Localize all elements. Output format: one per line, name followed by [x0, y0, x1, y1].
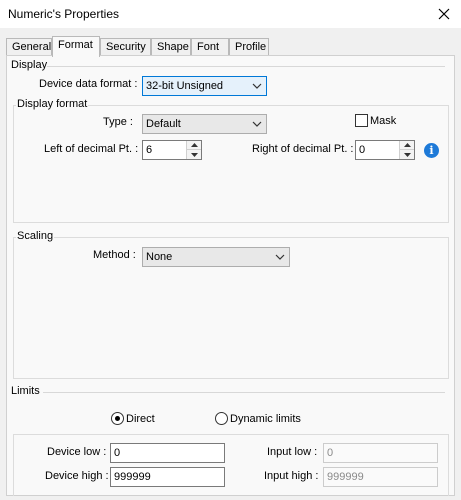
- chevron-down-icon: [275, 254, 285, 260]
- scaling-group-label: Scaling: [16, 230, 55, 242]
- input-high-input[interactable]: [327, 470, 434, 484]
- left-decimal-stepper[interactable]: [142, 140, 202, 160]
- tab-general[interactable]: General: [6, 38, 52, 56]
- device-data-format-label: Device data format :: [39, 78, 138, 90]
- dynamic-limits-radio[interactable]: [215, 412, 228, 425]
- display-format-group-label: Display format: [16, 98, 89, 110]
- device-data-format-value: 32-bit Unsigned: [146, 80, 224, 92]
- tab-profile[interactable]: Profile: [229, 38, 269, 56]
- radio-selected-dot: [115, 416, 120, 421]
- right-decimal-label: Right of decimal Pt. :: [252, 143, 354, 155]
- input-low-input[interactable]: [327, 446, 434, 460]
- decrement-button[interactable]: [187, 150, 201, 159]
- device-high-input[interactable]: [114, 470, 221, 484]
- input-high-label: Input high :: [264, 470, 319, 482]
- tab-shape[interactable]: Shape: [151, 38, 191, 56]
- mask-checkbox[interactable]: [355, 114, 368, 127]
- device-data-format-select[interactable]: 32-bit Unsigned: [142, 76, 267, 96]
- decrement-button[interactable]: [400, 150, 414, 159]
- device-high-label: Device high :: [45, 470, 109, 482]
- stepper-buttons: [186, 141, 201, 159]
- input-low-field[interactable]: [323, 443, 438, 463]
- method-value: None: [146, 251, 173, 263]
- tab-font[interactable]: Font: [191, 38, 229, 56]
- direct-label: Direct: [126, 413, 155, 425]
- tab-label: Profile: [235, 41, 267, 53]
- display-section-label: Display: [11, 59, 48, 71]
- left-decimal-label: Left of decimal Pt. :: [44, 143, 139, 155]
- device-low-input[interactable]: [114, 446, 221, 460]
- type-select[interactable]: Default: [142, 114, 267, 134]
- format-tab-panel: Display Device data format : 32-bit Unsi…: [6, 55, 455, 496]
- type-value: Default: [146, 118, 181, 130]
- title-bar: Numeric's Properties: [0, 0, 461, 28]
- tab-label: Font: [197, 41, 220, 53]
- method-select[interactable]: None: [142, 247, 290, 267]
- method-label: Method :: [93, 249, 136, 261]
- info-icon[interactable]: i: [424, 143, 439, 158]
- close-icon: [438, 8, 450, 20]
- device-high-field[interactable]: [110, 467, 225, 487]
- arrow-up-icon: [403, 143, 411, 147]
- direct-radio[interactable]: [111, 412, 124, 425]
- section-divider: [43, 392, 445, 393]
- mask-label: Mask: [370, 115, 397, 127]
- tab-security[interactable]: Security: [100, 38, 151, 56]
- increment-button[interactable]: [400, 141, 414, 150]
- tab-label: Shape: [157, 41, 189, 53]
- tab-label: General: [12, 41, 52, 53]
- chevron-down-icon: [252, 83, 262, 89]
- chevron-down-icon: [252, 121, 262, 127]
- limits-section-label: Limits: [11, 385, 40, 397]
- input-low-label: Input low :: [267, 446, 318, 458]
- increment-button[interactable]: [187, 141, 201, 150]
- right-decimal-stepper[interactable]: [355, 140, 415, 160]
- tab-label: Security: [106, 41, 146, 53]
- close-button[interactable]: [427, 0, 461, 28]
- right-decimal-input[interactable]: [359, 143, 389, 157]
- device-low-field[interactable]: [110, 443, 225, 463]
- arrow-down-icon: [190, 152, 198, 157]
- tab-label: Format: [58, 39, 93, 51]
- section-divider: [47, 66, 445, 67]
- type-label: Type :: [103, 116, 133, 128]
- tab-format[interactable]: Format: [52, 36, 100, 57]
- left-decimal-input[interactable]: [146, 143, 176, 157]
- device-low-label: Device low :: [47, 446, 107, 458]
- arrow-up-icon: [190, 143, 198, 147]
- info-icon-glyph: i: [429, 144, 434, 157]
- stepper-buttons: [399, 141, 414, 159]
- window-title: Numeric's Properties: [8, 7, 119, 21]
- input-high-field[interactable]: [323, 467, 438, 487]
- arrow-down-icon: [403, 152, 411, 157]
- dynamic-limits-label: Dynamic limits: [230, 413, 301, 425]
